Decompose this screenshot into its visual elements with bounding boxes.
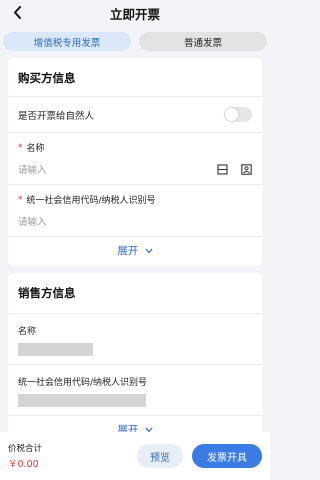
buyer-section-title: 购买方信息 [18, 71, 76, 85]
buyer-name-label-row: * 名称 [18, 141, 252, 155]
total-block: 价税合计 ￥0.00 [8, 442, 137, 470]
buyer-expand-button[interactable]: 展开 [8, 237, 262, 266]
buyer-tax-id-input-row: 请输入 [18, 214, 252, 228]
total-label: 价税合计 [8, 444, 43, 454]
scan-icon[interactable] [216, 163, 228, 175]
natural-person-row: 是否开票给自然人 [8, 97, 262, 132]
seller-tax-id-label: 统一社会信用代码/纳税人识别号 [18, 378, 148, 388]
buyer-tax-id-input[interactable]: 请输入 [18, 214, 47, 228]
toggle-knob [225, 108, 238, 121]
seller-info-card: 销售方信息 名称 统一社会信用代码/纳税人识别号 展开 [8, 273, 262, 445]
buyer-name-input-row: 请输入 [18, 162, 252, 176]
nav-bar: 立即开票 [0, 0, 270, 26]
seller-name-field: 名称 [8, 314, 262, 364]
required-mark: * [18, 194, 23, 205]
total-amount: ￥0.00 [8, 459, 39, 470]
buyer-expand-label: 展开 [117, 245, 139, 257]
buyer-name-field: * 名称 请输入 [8, 133, 262, 184]
seller-name-value-redacted [18, 343, 93, 356]
buyer-tax-id-label: 统一社会信用代码/纳税人识别号 [26, 196, 156, 206]
page-title: 立即开票 [109, 7, 160, 22]
issue-invoice-button[interactable]: 发票开具 [192, 444, 262, 468]
buyer-tax-id-field: * 统一社会信用代码/纳税人识别号 请输入 [8, 185, 262, 236]
seller-name-label: 名称 [18, 327, 37, 337]
tab-general-invoice[interactable]: 普通发票 [139, 32, 267, 51]
tab-vat-special-invoice[interactable]: 增值税专用发票 [3, 32, 131, 51]
buyer-name-input[interactable]: 请输入 [18, 162, 47, 176]
seller-section-title: 销售方信息 [18, 286, 76, 300]
contact-card-icon[interactable] [240, 163, 252, 175]
buyer-tax-id-label-row: * 统一社会信用代码/纳税人识别号 [18, 193, 252, 207]
chevron-down-icon [145, 248, 153, 254]
natural-person-label: 是否开票给自然人 [18, 110, 95, 122]
required-mark: * [18, 142, 23, 153]
seller-tax-id-value-redacted [18, 394, 146, 407]
bottom-action-bar: 价税合计 ￥0.00 预览 发票开具 [0, 432, 270, 480]
buyer-name-label: 名称 [26, 144, 45, 154]
natural-person-toggle[interactable] [224, 107, 252, 122]
seller-tax-id-field: 统一社会信用代码/纳税人识别号 [8, 365, 262, 415]
buyer-info-card: 购买方信息 是否开票给自然人 * 名称 请输入 * 统一社会信用代码/纳税人识别… [8, 58, 262, 266]
invoice-type-tabs: 增值税专用发票 普通发票 [0, 26, 270, 51]
preview-button[interactable]: 预览 [137, 444, 183, 468]
buyer-name-actions [216, 163, 252, 175]
